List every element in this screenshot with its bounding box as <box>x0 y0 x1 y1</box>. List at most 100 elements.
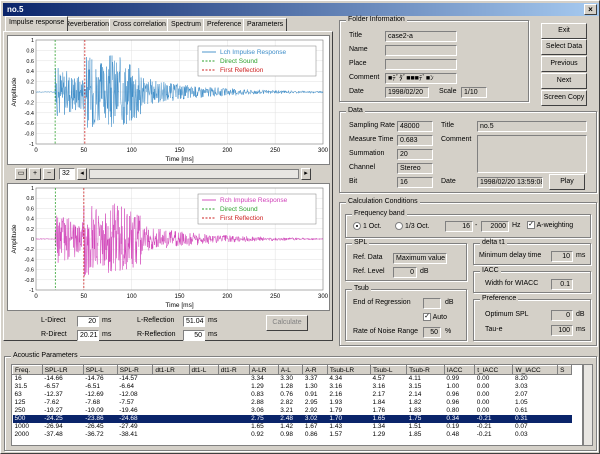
column-header[interactable]: SPL-R <box>116 365 154 375</box>
folder-scale-field[interactable]: 1/10 <box>461 87 487 98</box>
sampling-rate-label: Sampling Rate <box>349 122 395 129</box>
ref-level-field[interactable]: 0 <box>393 267 417 278</box>
table-row[interactable]: 250 -19.27 -19.09 -19.46 3.06 3.21 2.92 1.79 1.7… <box>13 407 572 415</box>
ref-data-field[interactable]: Maximum value <box>393 253 447 264</box>
folder-place-field[interactable] <box>385 59 457 70</box>
column-header[interactable]: S <box>557 365 572 375</box>
end-regression-field[interactable] <box>423 298 441 309</box>
y-tick-label: 1 <box>31 186 34 192</box>
play-button[interactable]: Play <box>549 174 585 190</box>
table-row[interactable]: 63 -12.37 -12.69 -12.08 0.83 0.76 0.91 2.16 2.17… <box>13 391 572 399</box>
folder-title-field[interactable]: case2-a <box>385 31 457 42</box>
bit-field[interactable]: 16 <box>397 177 433 188</box>
close-icon[interactable]: × <box>584 4 597 15</box>
table-row[interactable]: 16 -14.66 -14.76 -14.57 3.34 3.30 3.37 4.34 4.57… <box>13 375 572 384</box>
column-header[interactable]: dt1-R <box>217 365 250 375</box>
tab-preference[interactable]: Preference <box>203 18 246 31</box>
table-cell <box>153 391 189 399</box>
lch-impulse-chart: 10.80.60.40.20-0.2-0.4-0.6-0.8-10 50 100 15… <box>11 38 329 163</box>
measure-time-field[interactable]: 0.683 <box>397 135 433 146</box>
table-cell <box>218 375 249 384</box>
zoom-value-field[interactable]: 32 <box>59 168 75 180</box>
table-cell: -7.57 <box>119 399 135 406</box>
channel-field[interactable]: Stereo <box>397 163 433 174</box>
table-scrollbar[interactable] <box>583 364 593 446</box>
exit-button[interactable]: Exit <box>541 23 587 39</box>
table-cell: 0.99 <box>446 375 460 382</box>
min-delay-field[interactable]: 10 <box>551 251 573 262</box>
folder-comment-field[interactable]: ■ﾃﾞﾀﾞ■■■ﾃﾞ■ﾝ <box>385 73 457 84</box>
auto-checkbox[interactable]: ✓ Auto <box>423 313 447 321</box>
tab-parameters[interactable]: Parameters <box>243 18 288 31</box>
select-data-button[interactable]: Select Data <box>541 39 587 55</box>
l-reflection-field[interactable]: 51.04 <box>183 316 205 327</box>
table-row[interactable]: 125 -7.62 -7.68 -7.57 2.88 2.82 2.95 1.93 1.84 1.… <box>13 399 572 407</box>
r-reflection-field[interactable]: 50 <box>183 330 205 341</box>
column-header[interactable]: A-R <box>302 365 328 375</box>
column-header[interactable]: t_IACC <box>474 365 514 375</box>
table-cell <box>189 431 218 439</box>
sampling-rate-field[interactable]: 48000 <box>397 121 433 132</box>
table-cell: -7.62 <box>44 399 60 406</box>
scroll-right-icon[interactable]: ▸ <box>301 168 311 180</box>
noise-range-field[interactable]: 50 <box>423 327 441 338</box>
y-tick-label: 0.6 <box>26 59 34 65</box>
acoustic-params-table[interactable]: Freq. SPL-LR SPL-L SPL-R dt1-LR dt1-L dt1-R A-L… <box>11 364 583 446</box>
data-comment-field[interactable] <box>477 135 587 173</box>
column-header[interactable]: dt1-LR <box>152 365 190 375</box>
table-row[interactable]: 2000 -37.48 -36.72 -38.41 0.92 0.98 0.86 1.57 1.… <box>13 431 572 439</box>
print-icon[interactable]: ▭ <box>15 168 27 180</box>
column-header[interactable]: Tsub-R <box>406 365 445 375</box>
freq-low-field[interactable]: 16 <box>445 221 473 232</box>
data-date-field[interactable]: 1998/02/20 13:59:08 <box>477 177 543 188</box>
r-direct-field[interactable]: 20.21 <box>77 330 99 341</box>
table-row[interactable]: 500 -24.25 -23.86 -24.68 2.75 2.48 3.02 1.70 1.6… <box>12 415 572 423</box>
table-row[interactable]: 31.5 -6.57 -6.51 -6.64 1.29 1.28 1.30 3.16 3.16 3… <box>13 383 572 391</box>
table-cell <box>189 375 218 384</box>
tab-spectrum[interactable]: Spectrum <box>167 18 205 31</box>
table-cell: -19.46 <box>119 407 138 414</box>
table-cell <box>189 415 219 423</box>
folder-name-field[interactable] <box>385 45 457 56</box>
l-direct-field[interactable]: 20 <box>77 316 99 327</box>
data-title-field[interactable]: no.5 <box>477 121 587 132</box>
previous-button[interactable]: Previous <box>541 56 587 72</box>
column-header[interactable]: A-L <box>277 365 304 375</box>
tab-cross-correlation[interactable]: Cross correlation <box>109 18 170 31</box>
tab-impulse-response[interactable]: Impulse response <box>5 16 69 31</box>
freq-high-field[interactable]: 2000 <box>481 221 509 232</box>
scroll-left-icon[interactable]: ◂ <box>77 168 87 180</box>
plot-scrollbar[interactable] <box>89 169 299 179</box>
x-tick-label: 50 <box>80 294 87 300</box>
optimum-spl-field[interactable]: 0 <box>551 310 573 321</box>
table-cell: 0.92 <box>251 431 264 438</box>
column-header[interactable]: dt1-L <box>188 365 219 375</box>
column-header[interactable]: Tsub-L <box>370 365 408 375</box>
a-weighting-checkbox[interactable]: ✓ A-weighting <box>527 221 573 229</box>
column-header[interactable]: Tsub-LR <box>326 365 372 375</box>
next-button[interactable]: Next <box>541 73 587 89</box>
table-cell: -36.72 <box>85 431 104 438</box>
column-header[interactable]: IACC <box>443 365 476 375</box>
column-header[interactable]: SPL-LR <box>41 365 84 375</box>
table-cell: 0.19 <box>446 423 460 430</box>
wiacc-field[interactable]: 0.1 <box>551 279 573 290</box>
summation-field[interactable]: 20 <box>397 149 433 160</box>
calculate-button[interactable]: Calculate <box>266 315 308 331</box>
column-header[interactable]: Freq. <box>12 365 43 375</box>
table-row[interactable]: 1000 -26.94 -26.45 -27.49 1.65 1.42 1.67 1.43 1.… <box>13 423 572 431</box>
oct1-radio[interactable]: 1 Oct. <box>353 222 382 230</box>
tau-e-field[interactable]: 100 <box>551 325 573 336</box>
column-header[interactable]: SPL-L <box>82 365 118 375</box>
folder-date-field[interactable]: 1998/02/20 <box>385 87 429 98</box>
x-tick-label: 100 <box>127 294 138 300</box>
column-header[interactable]: A-LR <box>248 365 279 375</box>
x-tick-label: 300 <box>318 148 329 154</box>
table-cell: 1.93 <box>329 399 343 406</box>
column-header[interactable]: W_IACC <box>512 365 559 375</box>
zoom-in-icon[interactable]: + <box>29 168 41 180</box>
screen-copy-button[interactable]: Screen Copy <box>541 90 587 106</box>
tab-reverberation[interactable]: Reverberation <box>61 18 113 31</box>
zoom-out-icon[interactable]: − <box>43 168 55 180</box>
oct3-radio[interactable]: 1/3 Oct. <box>395 222 429 230</box>
